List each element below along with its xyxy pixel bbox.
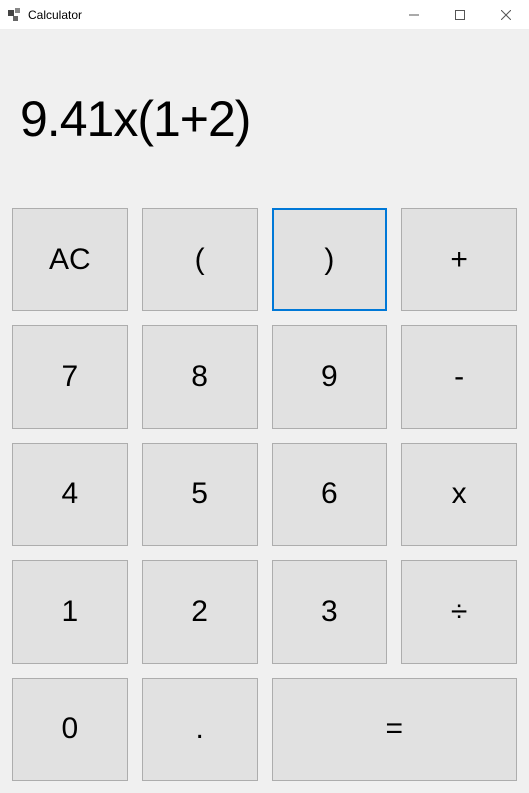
minimize-button[interactable] (391, 0, 437, 30)
button-grid: AC ( ) + 7 8 9 - 4 5 6 x 1 2 3 ÷ 0 . = (12, 208, 517, 781)
two-button[interactable]: 2 (142, 560, 258, 663)
one-button[interactable]: 1 (12, 560, 128, 663)
display: 9.41x(1+2) (12, 42, 517, 168)
clear-button[interactable]: AC (12, 208, 128, 311)
three-button[interactable]: 3 (272, 560, 388, 663)
left-paren-button[interactable]: ( (142, 208, 258, 311)
eight-button[interactable]: 8 (142, 325, 258, 428)
seven-button[interactable]: 7 (12, 325, 128, 428)
divide-button[interactable]: ÷ (401, 560, 517, 663)
four-button[interactable]: 4 (12, 443, 128, 546)
right-paren-button[interactable]: ) (272, 208, 388, 311)
zero-button[interactable]: 0 (12, 678, 128, 781)
close-button[interactable] (483, 0, 529, 30)
maximize-button[interactable] (437, 0, 483, 30)
equals-button[interactable]: = (272, 678, 518, 781)
window-title: Calculator (28, 8, 391, 22)
minus-button[interactable]: - (401, 325, 517, 428)
six-button[interactable]: 6 (272, 443, 388, 546)
titlebar: Calculator (0, 0, 529, 30)
app-icon (8, 8, 22, 22)
decimal-button[interactable]: . (142, 678, 258, 781)
multiply-button[interactable]: x (401, 443, 517, 546)
plus-button[interactable]: + (401, 208, 517, 311)
calculator-body: 9.41x(1+2) AC ( ) + 7 8 9 - 4 5 6 x 1 2 … (0, 30, 529, 793)
window-controls (391, 0, 529, 29)
five-button[interactable]: 5 (142, 443, 258, 546)
nine-button[interactable]: 9 (272, 325, 388, 428)
